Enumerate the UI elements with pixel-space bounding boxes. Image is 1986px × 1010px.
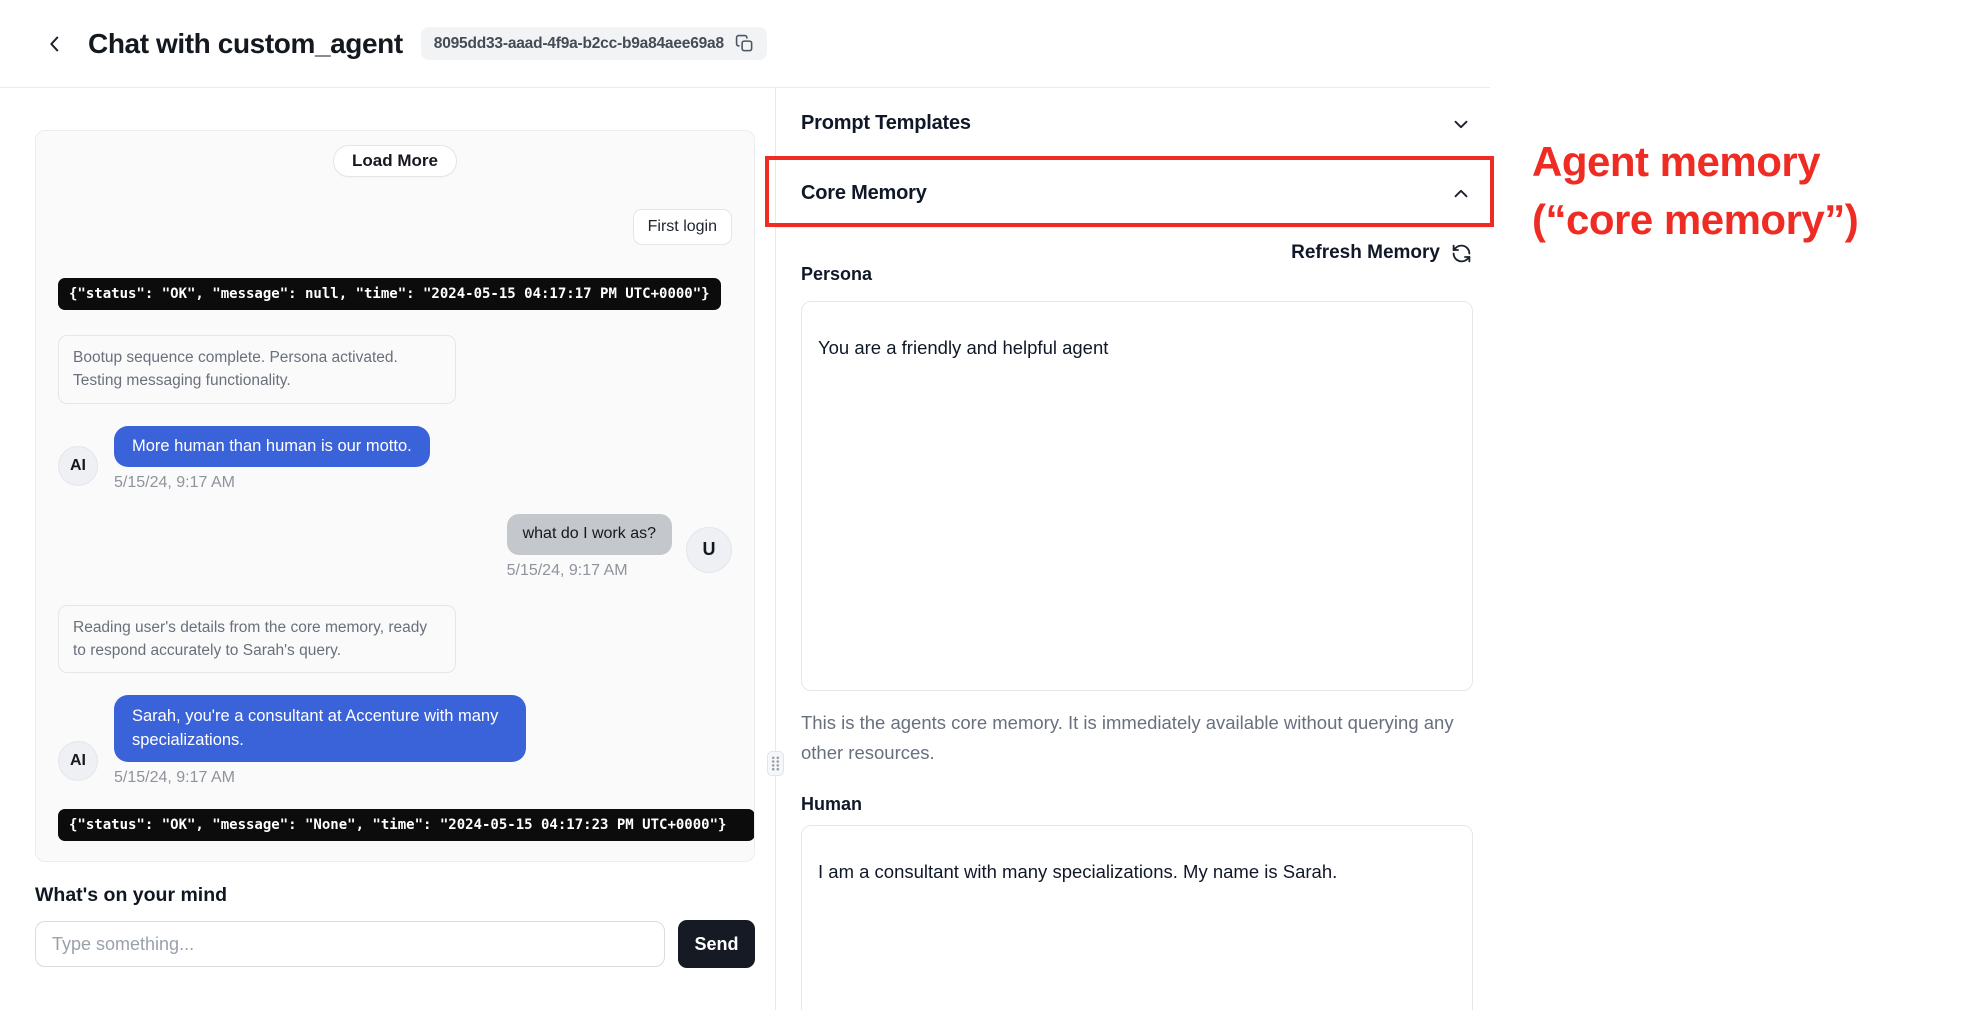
agent-config-panel: Prompt Templates Core Memory Refresh Mem… [776, 88, 1490, 1010]
system-status-message: {"status": "OK", "message": "None", "tim… [58, 809, 755, 841]
persona-textarea[interactable]: You are a friendly and helpful agent [801, 301, 1473, 691]
agent-id-badge: 8095dd33-aaad-4f9a-b2cc-b9a84aee69a8 [421, 27, 767, 60]
agent-id-value: 8095dd33-aaad-4f9a-b2cc-b9a84aee69a8 [434, 35, 724, 53]
message-timestamp: 5/15/24, 9:17 AM [114, 769, 235, 787]
back-button[interactable] [40, 29, 70, 59]
user-message-row: what do I work as? 5/15/24, 9:17 AM U [507, 514, 732, 580]
chevron-left-icon [44, 33, 66, 55]
annotation-line-1: Agent memory [1532, 133, 1858, 191]
core-memory-title: Core Memory [801, 182, 927, 205]
agent-message-content: Sarah, you're a consultant at Accenture … [114, 695, 526, 787]
header: Chat with custom_agent 8095dd33-aaad-4f9… [0, 0, 1490, 88]
agent-message-content: More human than human is our motto. 5/15… [114, 426, 430, 492]
user-message-content: what do I work as? 5/15/24, 9:17 AM [507, 514, 672, 580]
first-login-badge: First login [633, 209, 732, 245]
user-message-bubble: what do I work as? [507, 514, 672, 555]
message-input[interactable] [35, 921, 665, 967]
refresh-icon [1451, 243, 1472, 264]
composer-label: What's on your mind [35, 884, 227, 907]
page-title: Chat with custom_agent [88, 28, 403, 60]
persona-label: Persona [801, 264, 1472, 285]
refresh-memory-button[interactable]: Refresh Memory [801, 242, 1472, 264]
core-memory-body: Refresh Memory Persona You are a friendl… [776, 228, 1490, 1010]
core-memory-accordion[interactable]: Core Memory [776, 160, 1490, 228]
refresh-memory-label: Refresh Memory [1291, 242, 1440, 264]
copy-agent-id-button[interactable] [735, 34, 754, 53]
prompt-templates-accordion[interactable]: Prompt Templates [776, 88, 1490, 160]
inner-monologue-message: Bootup sequence complete. Persona activa… [58, 335, 456, 404]
agent-message-bubble: More human than human is our motto. [114, 426, 430, 467]
copy-icon [735, 34, 754, 53]
agent-message-row: AI Sarah, you're a consultant at Accentu… [58, 695, 526, 787]
annotation-text: Agent memory (“core memory”) [1532, 133, 1858, 249]
agent-avatar: AI [58, 446, 98, 486]
prompt-templates-title: Prompt Templates [801, 112, 971, 135]
annotation-line-2: (“core memory”) [1532, 191, 1858, 249]
agent-message-row: AI More human than human is our motto. 5… [58, 426, 430, 492]
agent-avatar: AI [58, 741, 98, 781]
chevron-down-icon [1450, 113, 1472, 135]
chat-history-panel: Load More First login {"status": "OK", "… [35, 130, 755, 862]
system-status-message: {"status": "OK", "message": null, "time"… [58, 278, 721, 310]
app-root: Chat with custom_agent 8095dd33-aaad-4f9… [0, 0, 1986, 1010]
message-timestamp: 5/15/24, 9:17 AM [507, 562, 628, 580]
message-timestamp: 5/15/24, 9:17 AM [114, 474, 235, 492]
send-button[interactable]: Send [678, 920, 755, 968]
agent-message-bubble: Sarah, you're a consultant at Accenture … [114, 695, 526, 762]
chevron-up-icon [1450, 183, 1472, 205]
load-more-button[interactable]: Load More [333, 145, 457, 177]
core-memory-description: This is the agents core memory. It is im… [801, 708, 1456, 767]
human-textarea[interactable]: I am a consultant with many specializati… [801, 825, 1473, 1010]
inner-monologue-message: Reading user's details from the core mem… [58, 605, 456, 674]
user-avatar: U [686, 527, 732, 573]
human-label: Human [801, 794, 1472, 815]
